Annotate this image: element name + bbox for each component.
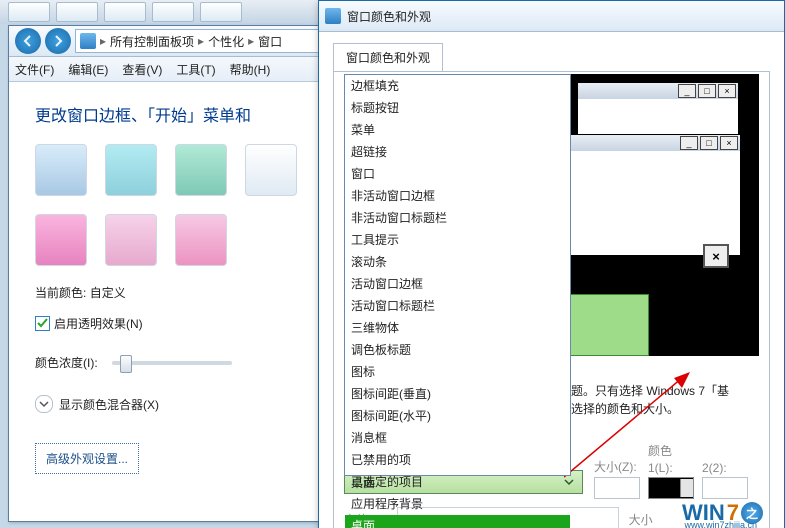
checkbox-checked-icon[interactable] (35, 316, 50, 331)
size-color-row: 大小(Z): 颜色 1(L): 2(2): (594, 442, 761, 499)
chevron-right-icon: ▸ (198, 34, 204, 48)
transparency-label: 启用透明效果(N) (54, 315, 143, 332)
back-button[interactable] (15, 28, 41, 54)
chevron-right-icon: ▸ (248, 34, 254, 48)
menu-edit[interactable]: 编辑(E) (68, 61, 108, 78)
dropdown-item[interactable]: 滚动条 (345, 251, 570, 273)
chevron-down-icon[interactable] (35, 395, 53, 413)
dialog-titlebar: 窗口颜色和外观 (319, 1, 784, 32)
color-swatch[interactable] (35, 144, 87, 196)
dropdown-item[interactable]: 活动窗口边框 (345, 273, 570, 295)
dropdown-item[interactable]: 三维物体 (345, 317, 570, 339)
item-dropdown-list[interactable]: 边框填充标题按钮菜单超链接窗口非活动窗口边框非活动窗口标题栏工具提示滚动条活动窗… (344, 74, 571, 476)
size-input[interactable] (594, 477, 640, 499)
thumb[interactable] (8, 2, 50, 22)
breadcrumb-seg[interactable]: 个性化 (208, 33, 244, 50)
hint-text: 主题。只有选择 Windows 7「基 处选择的颜色和大小。 (559, 382, 759, 418)
color-swatch[interactable] (105, 214, 157, 266)
menu-tools[interactable]: 工具(T) (176, 61, 215, 78)
tab-appearance[interactable]: 窗口颜色和外观 (333, 43, 443, 72)
thumb[interactable] (56, 2, 98, 22)
dropdown-item[interactable]: 应用程序背景 (345, 493, 570, 515)
forward-button[interactable] (45, 28, 71, 54)
thumb[interactable] (200, 2, 242, 22)
preview-caption: _ □ × (564, 135, 740, 151)
color-label: 颜色 (648, 442, 694, 459)
current-color-label: 当前颜色: (35, 286, 86, 300)
color-swatch[interactable] (105, 144, 157, 196)
intensity-slider[interactable] (112, 361, 232, 365)
close-icon: × (720, 136, 738, 150)
preview-active-window: _ □ × (563, 134, 741, 256)
maximize-icon: □ (700, 136, 718, 150)
thumb[interactable] (152, 2, 194, 22)
color-swatch[interactable] (35, 214, 87, 266)
dropdown-item[interactable]: 窗口 (345, 163, 570, 185)
color-swatch[interactable] (245, 144, 297, 196)
dropdown-item[interactable]: 菜单 (345, 119, 570, 141)
preview-caption: _ □ × (578, 83, 738, 99)
dropdown-item[interactable]: 活动窗口标题栏 (345, 295, 570, 317)
color2-sub: 2(2): (702, 461, 748, 475)
menu-help[interactable]: 帮助(H) (230, 61, 271, 78)
intensity-label: 颜色浓度(I): (35, 354, 98, 371)
dropdown-item[interactable]: 图标间距(水平) (345, 405, 570, 427)
preview-pane: _ □ × _ □ × × (557, 74, 759, 356)
tab-pane: 边框填充标题按钮菜单超链接窗口非活动窗口边框非活动窗口标题栏工具提示滚动条活动窗… (333, 71, 770, 528)
menu-view[interactable]: 查看(V) (122, 61, 162, 78)
dropdown-item[interactable]: 边框填充 (345, 75, 570, 97)
dropdown-item[interactable]: 消息框 (345, 427, 570, 449)
maximize-icon: □ (698, 84, 716, 98)
dropdown-item[interactable]: 已禁用的项 (345, 449, 570, 471)
advanced-appearance-link[interactable]: 高级外观设置... (35, 443, 139, 474)
chevron-right-icon: ▸ (100, 34, 106, 48)
size2-label: 大小 (629, 511, 653, 528)
menu-file[interactable]: 文件(F) (15, 61, 54, 78)
dropdown-item[interactable]: 非活动窗口标题栏 (345, 207, 570, 229)
dropdown-item[interactable]: 图标 (345, 361, 570, 383)
size-label: 大小(Z): (594, 458, 640, 475)
color1-sub: 1(L): (648, 461, 694, 475)
preview-close-button: × (703, 244, 729, 268)
color1-picker[interactable] (648, 477, 694, 499)
current-color-value: 自定义 (90, 286, 126, 300)
mixer-label: 显示颜色混合器(X) (59, 396, 159, 413)
hint-line: 主题。只有选择 Windows 7「基 (559, 384, 729, 398)
dropdown-item[interactable]: 工具提示 (345, 229, 570, 251)
dropdown-item[interactable]: 超链接 (345, 141, 570, 163)
dropdown-item[interactable]: 调色板标题 (345, 339, 570, 361)
dialog-icon (325, 8, 341, 24)
appearance-dialog: 窗口颜色和外观 窗口颜色和外观 边框填充标题按钮菜单超链接窗口非活动窗口边框非活… (318, 0, 785, 528)
dialog-title: 窗口颜色和外观 (347, 8, 431, 25)
dialog-body: 窗口颜色和外观 边框填充标题按钮菜单超链接窗口非活动窗口边框非活动窗口标题栏工具… (319, 32, 784, 528)
dropdown-item[interactable]: 图标间距(垂直) (345, 383, 570, 405)
color-swatches (35, 144, 315, 266)
color-swatch[interactable] (175, 214, 227, 266)
breadcrumb-seg[interactable]: 窗口 (258, 33, 282, 50)
control-panel-icon (80, 33, 96, 49)
hint-line: 处选择的颜色和大小。 (559, 402, 679, 416)
thumb[interactable] (104, 2, 146, 22)
minimize-icon: _ (680, 136, 698, 150)
close-icon: × (718, 84, 736, 98)
dropdown-item[interactable]: 标题按钮 (345, 97, 570, 119)
dropdown-item[interactable]: 已选定的项目 (345, 471, 570, 493)
color-swatch[interactable] (175, 144, 227, 196)
minimize-icon: _ (678, 84, 696, 98)
breadcrumb-seg[interactable]: 所有控制面板项 (110, 33, 194, 50)
dropdown-item[interactable]: 非活动窗口边框 (345, 185, 570, 207)
dropdown-item[interactable]: 桌面 (345, 515, 570, 528)
color2-picker[interactable] (702, 477, 748, 499)
